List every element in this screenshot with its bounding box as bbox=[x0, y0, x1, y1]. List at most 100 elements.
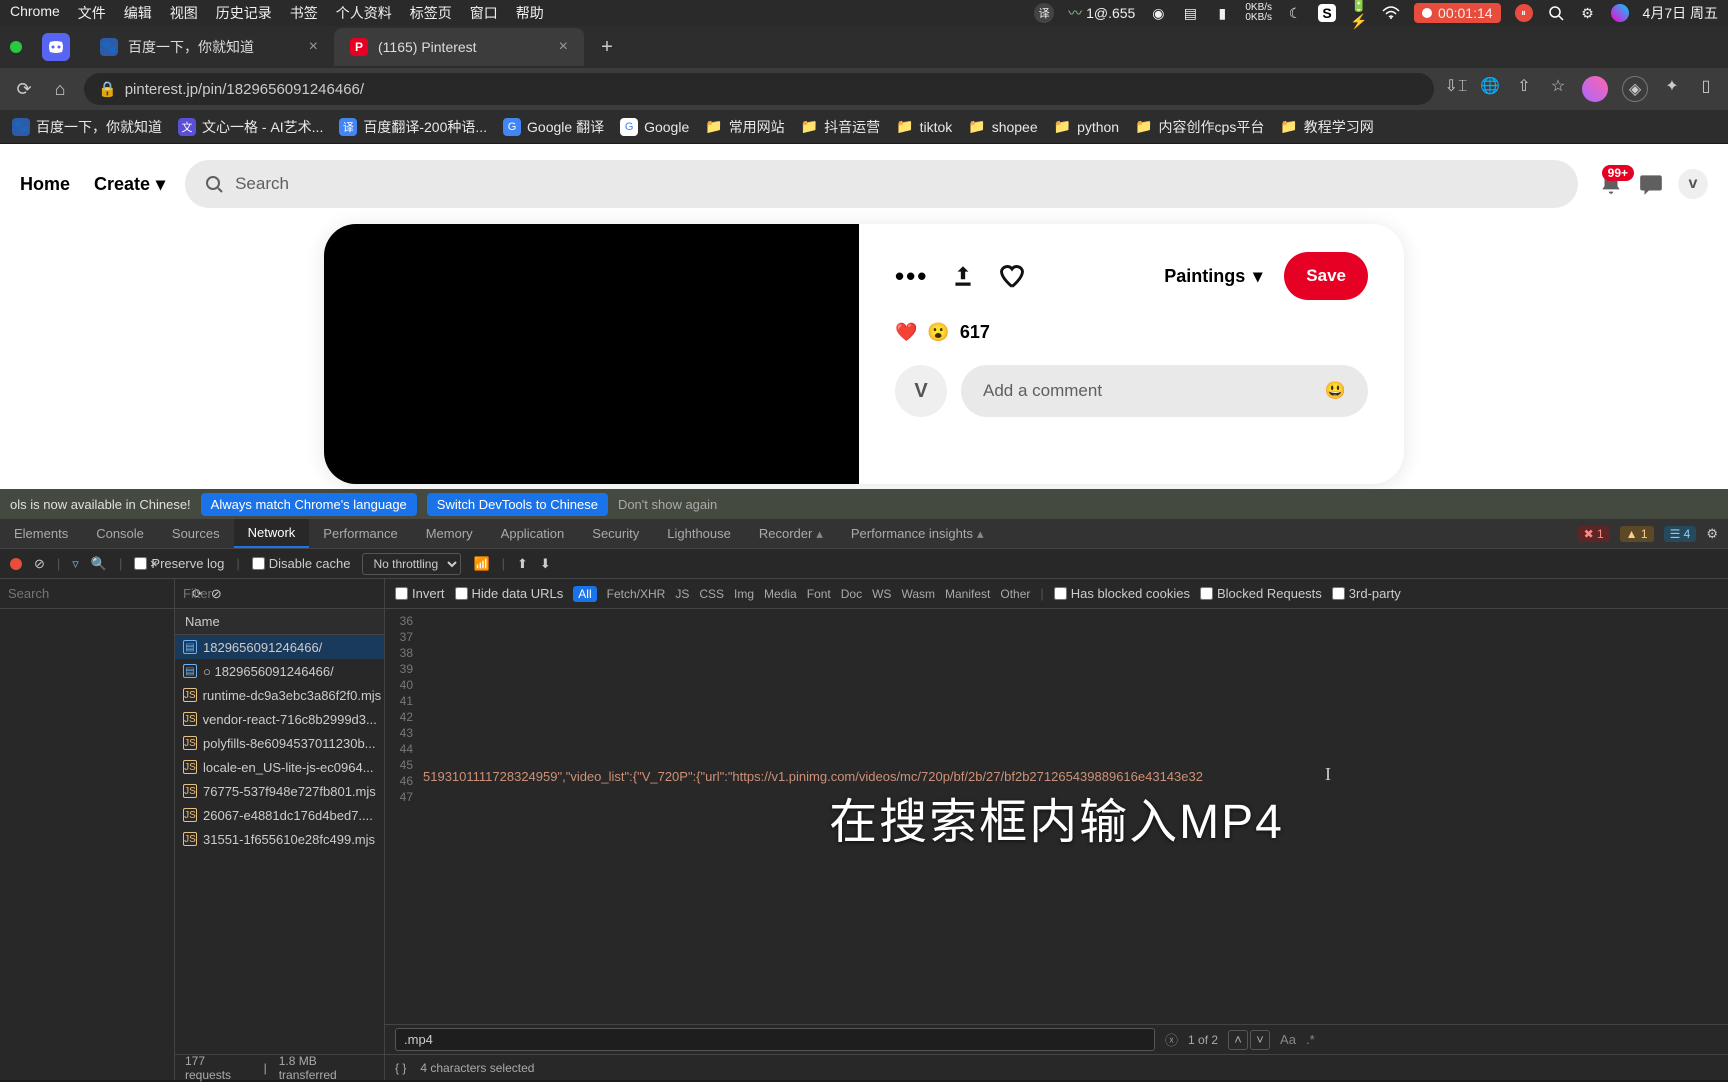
tab-close-icon[interactable]: × bbox=[309, 38, 318, 56]
wifi-icon[interactable] bbox=[1382, 4, 1400, 22]
tab-network[interactable]: Network bbox=[234, 519, 310, 548]
menu-profiles[interactable]: 个人资料 bbox=[336, 3, 392, 23]
menu-bookmarks[interactable]: 书签 bbox=[290, 3, 318, 23]
stack-icon[interactable]: ▤ bbox=[1181, 4, 1199, 22]
messages-icon[interactable] bbox=[1638, 171, 1664, 197]
preserve-log-checkbox[interactable]: Preserve log bbox=[134, 556, 224, 571]
search-icon[interactable]: 🔍 bbox=[91, 556, 107, 572]
translate-page-icon[interactable]: 🌐 bbox=[1480, 76, 1500, 96]
regex-toggle[interactable]: .* bbox=[1306, 1032, 1315, 1047]
banner-match-button[interactable]: Always match Chrome's language bbox=[201, 493, 417, 516]
heart-icon[interactable] bbox=[998, 262, 1026, 290]
cc-icon[interactable]: ◉ bbox=[1149, 4, 1167, 22]
comment-input[interactable]: Add a comment 😃 bbox=[961, 365, 1368, 417]
download-har-icon[interactable]: ⬇ bbox=[540, 556, 551, 572]
filter-all[interactable]: All bbox=[573, 586, 596, 602]
search-input[interactable]: Search bbox=[185, 160, 1578, 208]
throttling-select[interactable]: No throttling bbox=[362, 553, 461, 575]
home-icon[interactable]: ⌂ bbox=[48, 79, 72, 100]
filter-js[interactable]: JS bbox=[675, 587, 689, 601]
sogou-icon[interactable]: S bbox=[1318, 4, 1336, 22]
flag-icon[interactable]: ▮ bbox=[1213, 4, 1231, 22]
more-icon[interactable]: ••• bbox=[895, 261, 928, 292]
tab-security[interactable]: Security bbox=[578, 519, 653, 548]
pause-icon[interactable]: ⏸ bbox=[1515, 4, 1533, 22]
save-button[interactable]: Save bbox=[1284, 252, 1368, 300]
bookmark-folder-douyin[interactable]: 📁抖音运营 bbox=[801, 117, 880, 137]
find-prev-icon[interactable]: ˄ bbox=[1228, 1030, 1248, 1050]
filter-css[interactable]: CSS bbox=[699, 587, 724, 601]
screen-record-timer[interactable]: 00:01:14 bbox=[1414, 3, 1501, 23]
menu-window[interactable]: 窗口 bbox=[470, 3, 498, 23]
request-row[interactable]: JSruntime-dc9a3ebc3a86f2f0.mjs bbox=[175, 683, 384, 707]
clear-icon[interactable]: ⊘ bbox=[34, 556, 45, 572]
close-drawer-icon[interactable]: × bbox=[150, 556, 158, 571]
request-row[interactable]: ▤1829656091246466/ bbox=[175, 635, 384, 659]
reload-icon[interactable]: ⟳ bbox=[12, 79, 36, 100]
filter-other[interactable]: Other bbox=[1000, 587, 1030, 601]
menu-view[interactable]: 视图 bbox=[170, 3, 198, 23]
invert-checkbox[interactable]: Invert bbox=[395, 586, 445, 601]
extensions-icon[interactable]: ✦ bbox=[1662, 76, 1682, 96]
nav-home[interactable]: Home bbox=[20, 174, 70, 195]
disable-cache-checkbox[interactable]: Disable cache bbox=[252, 556, 351, 571]
request-row[interactable]: JS26067-e4881dc176d4bed7.... bbox=[175, 803, 384, 827]
user-avatar[interactable]: v bbox=[1678, 169, 1708, 199]
request-row[interactable]: JS31551-1f655610e28fc499.mjs bbox=[175, 827, 384, 851]
spotlight-icon[interactable] bbox=[1547, 4, 1565, 22]
request-row[interactable]: ▤○ 1829656091246466/ bbox=[175, 659, 384, 683]
format-icon[interactable]: { } bbox=[395, 1061, 406, 1075]
tab-console[interactable]: Console bbox=[82, 519, 158, 548]
share-icon[interactable]: ⇧ bbox=[1514, 76, 1534, 96]
bookmark-folder-tutorial[interactable]: 📁教程学习网 bbox=[1280, 117, 1373, 137]
tab-application[interactable]: Application bbox=[487, 519, 579, 548]
filter-font[interactable]: Font bbox=[807, 587, 831, 601]
bookmark-baidu[interactable]: 🐾百度一下，你就知道 bbox=[12, 117, 162, 137]
bookmark-folder-cps[interactable]: 📁内容创作cps平台 bbox=[1135, 117, 1264, 137]
bookmark-gtranslate[interactable]: GGoogle 翻译 bbox=[503, 117, 604, 137]
third-party-checkbox[interactable]: 3rd-party bbox=[1332, 586, 1401, 601]
bookmark-folder-python[interactable]: 📁python bbox=[1054, 118, 1119, 135]
menu-tabs[interactable]: 标签页 bbox=[410, 3, 452, 23]
banner-switch-button[interactable]: Switch DevTools to Chinese bbox=[427, 493, 608, 516]
notifications-icon[interactable]: 99+ bbox=[1598, 171, 1624, 197]
bookmark-folder-common[interactable]: 📁常用网站 bbox=[705, 117, 784, 137]
find-input[interactable] bbox=[395, 1028, 1155, 1051]
error-count[interactable]: ✖ 1 bbox=[1578, 526, 1610, 542]
tab-elements[interactable]: Elements bbox=[0, 519, 82, 548]
emoji-icon[interactable]: 😃 bbox=[1325, 381, 1346, 401]
install-icon[interactable]: ⇩⌶ bbox=[1446, 76, 1466, 96]
url-box[interactable]: 🔒 pinterest.jp/pin/1829656091246466/ bbox=[84, 73, 1434, 105]
banner-dismiss[interactable]: Don't show again bbox=[618, 497, 717, 512]
clear-find-icon[interactable]: ⓧ bbox=[1165, 1030, 1178, 1049]
tab-performance[interactable]: Performance bbox=[309, 519, 411, 548]
battery-icon[interactable]: 🔋⚡ bbox=[1350, 4, 1368, 22]
moon-icon[interactable]: ☾ bbox=[1286, 4, 1304, 22]
wifi-throttle-icon[interactable]: 📶 bbox=[473, 556, 489, 572]
new-tab-button[interactable]: + bbox=[592, 32, 622, 62]
message-count[interactable]: ☰ 4 bbox=[1664, 526, 1697, 542]
warning-count[interactable]: ▲ 1 bbox=[1620, 526, 1654, 542]
tab-memory[interactable]: Memory bbox=[412, 519, 487, 548]
menu-edit[interactable]: 编辑 bbox=[124, 3, 152, 23]
reactions[interactable]: ❤️😮 617 bbox=[895, 322, 1368, 343]
filter-wasm[interactable]: Wasm bbox=[901, 587, 935, 601]
bookmark-fanyi[interactable]: 译百度翻译-200种语... bbox=[339, 117, 487, 137]
filter-media[interactable]: Media bbox=[764, 587, 797, 601]
menu-help[interactable]: 帮助 bbox=[516, 3, 544, 23]
extension-2-icon[interactable]: ◈ bbox=[1622, 76, 1648, 102]
bookmark-folder-tiktok[interactable]: 📁tiktok bbox=[896, 118, 952, 135]
filter-doc[interactable]: Doc bbox=[841, 587, 862, 601]
request-row[interactable]: JS76775-537f948e727fb801.mjs bbox=[175, 779, 384, 803]
filter-ws[interactable]: WS bbox=[872, 587, 891, 601]
filter-fetch[interactable]: Fetch/XHR bbox=[607, 587, 666, 601]
upload-har-icon[interactable]: ⬆ bbox=[517, 556, 528, 572]
siri-icon[interactable] bbox=[1611, 4, 1629, 22]
record-icon[interactable] bbox=[10, 558, 22, 570]
tab-baidu[interactable]: 🐾 百度一下，你就知道 × bbox=[84, 28, 334, 66]
bookmark-star-icon[interactable]: ☆ bbox=[1548, 76, 1568, 96]
filter-input[interactable] bbox=[183, 586, 283, 601]
column-name-header[interactable]: Name bbox=[175, 609, 384, 635]
menu-file[interactable]: 文件 bbox=[78, 3, 106, 23]
request-row[interactable]: JSvendor-react-716c8b2999d3... bbox=[175, 707, 384, 731]
